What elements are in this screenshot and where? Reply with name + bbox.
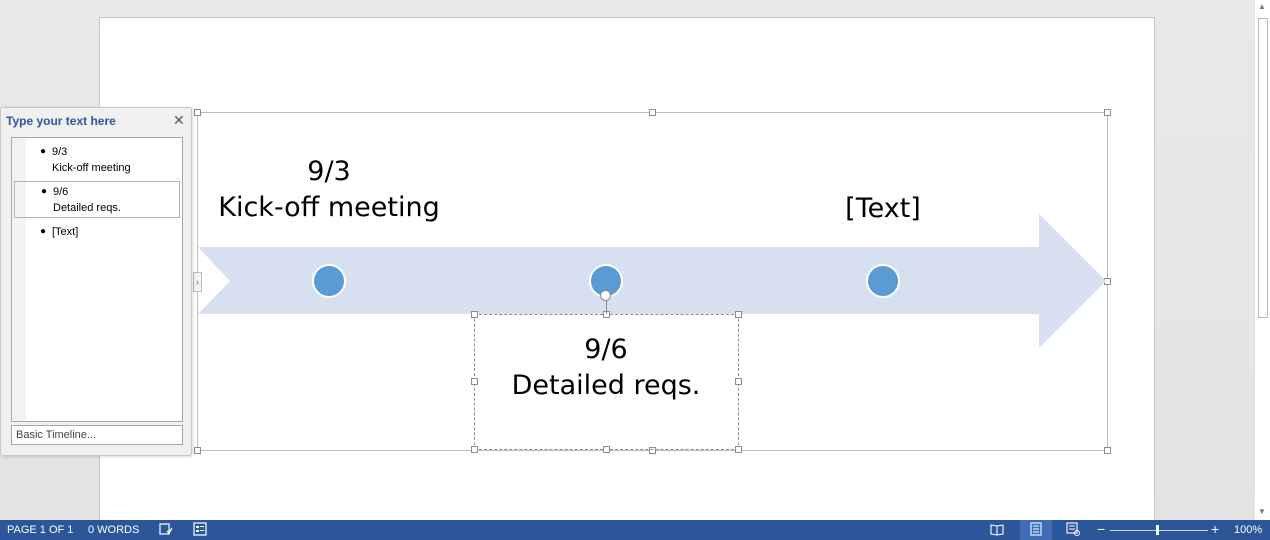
milestone-date-2: 9/6: [584, 334, 628, 365]
smartart-text-pane: Type your text here ✕ ● 9/3 Kick-off mee…: [0, 107, 192, 456]
scroll-down-icon[interactable]: ▼: [1258, 507, 1266, 516]
status-bar: PAGE 1 OF 1 0 WORDS − + 100%: [0, 520, 1270, 540]
zoom-in-icon[interactable]: +: [1211, 521, 1219, 537]
text-pane-item-date: 9/3: [52, 146, 68, 158]
milestone-label-3[interactable]: [Text]: [753, 191, 1013, 227]
resize-handle-bl[interactable]: [194, 447, 201, 454]
web-layout-icon[interactable]: [1066, 522, 1080, 536]
bullet-icon: ●: [40, 146, 47, 157]
zoom-out-icon[interactable]: −: [1097, 521, 1105, 537]
box-handle-right[interactable]: [735, 378, 742, 385]
rotate-handle-icon[interactable]: [600, 290, 611, 301]
zoom-level[interactable]: 100%: [1234, 524, 1262, 536]
document-workspace: › 9/3 Kick-off meeting 9/6 Detailed reqs…: [0, 0, 1254, 520]
read-mode-icon[interactable]: [990, 522, 1004, 536]
box-handle-tr[interactable]: [735, 311, 742, 318]
milestone-desc-2: Detailed reqs.: [511, 370, 701, 401]
text-pane-item-desc: Detailed reqs.: [53, 202, 121, 214]
text-pane-title: Type your text here: [6, 114, 116, 128]
milestone-label-1[interactable]: 9/3 Kick-off meeting: [199, 154, 459, 226]
text-pane-list[interactable]: ● 9/3 Kick-off meeting ● 9/6 Detailed re…: [11, 137, 183, 422]
milestone-dot-1[interactable]: [312, 264, 346, 298]
macro-icon[interactable]: [193, 522, 207, 536]
box-handle-tl[interactable]: [471, 311, 478, 318]
proofing-icon[interactable]: [159, 522, 173, 536]
milestone-label-2[interactable]: 9/6 Detailed reqs.: [476, 332, 736, 404]
close-icon[interactable]: ✕: [173, 112, 185, 129]
zoom-slider[interactable]: [1110, 530, 1208, 531]
rotate-stem: [606, 300, 607, 314]
text-pane-item-3[interactable]: ● [Text]: [14, 224, 180, 240]
vertical-scrollbar[interactable]: ▲ ▼: [1254, 0, 1270, 520]
resize-handle-br[interactable]: [1104, 447, 1111, 454]
bullet-icon: ●: [40, 226, 47, 237]
resize-handle-tr[interactable]: [1104, 109, 1111, 116]
scrollbar-thumb[interactable]: [1258, 18, 1268, 318]
milestone-date-3: [Text]: [845, 193, 921, 224]
text-pane-item-1[interactable]: ● 9/3 Kick-off meeting: [14, 144, 180, 176]
resize-handle-tl[interactable]: [194, 109, 201, 116]
word-count[interactable]: 0 WORDS: [88, 524, 139, 536]
milestone-date-1: 9/3: [307, 156, 351, 187]
layout-name-link[interactable]: Basic Timeline...: [11, 425, 183, 445]
box-handle-bl[interactable]: [471, 446, 478, 453]
print-layout-icon[interactable]: [1029, 522, 1043, 536]
zoom-slider-thumb[interactable]: [1156, 525, 1159, 535]
text-pane-item-date: 9/6: [53, 186, 69, 198]
bullet-icon: ●: [41, 186, 48, 197]
resize-handle-top[interactable]: [649, 109, 656, 116]
page-count[interactable]: PAGE 1 OF 1: [7, 524, 73, 536]
text-pane-item-date: [Text]: [52, 226, 79, 238]
text-pane-toggle[interactable]: ›: [193, 272, 202, 292]
scroll-up-icon[interactable]: ▲: [1258, 2, 1266, 11]
text-pane-item-desc: Kick-off meeting: [52, 162, 131, 174]
milestone-dot-3[interactable]: [866, 264, 900, 298]
milestone-desc-1: Kick-off meeting: [218, 192, 440, 223]
text-pane-item-2[interactable]: ● 9/6 Detailed reqs.: [14, 181, 180, 218]
box-handle-br[interactable]: [735, 446, 742, 453]
box-handle-bottom[interactable]: [603, 446, 610, 453]
